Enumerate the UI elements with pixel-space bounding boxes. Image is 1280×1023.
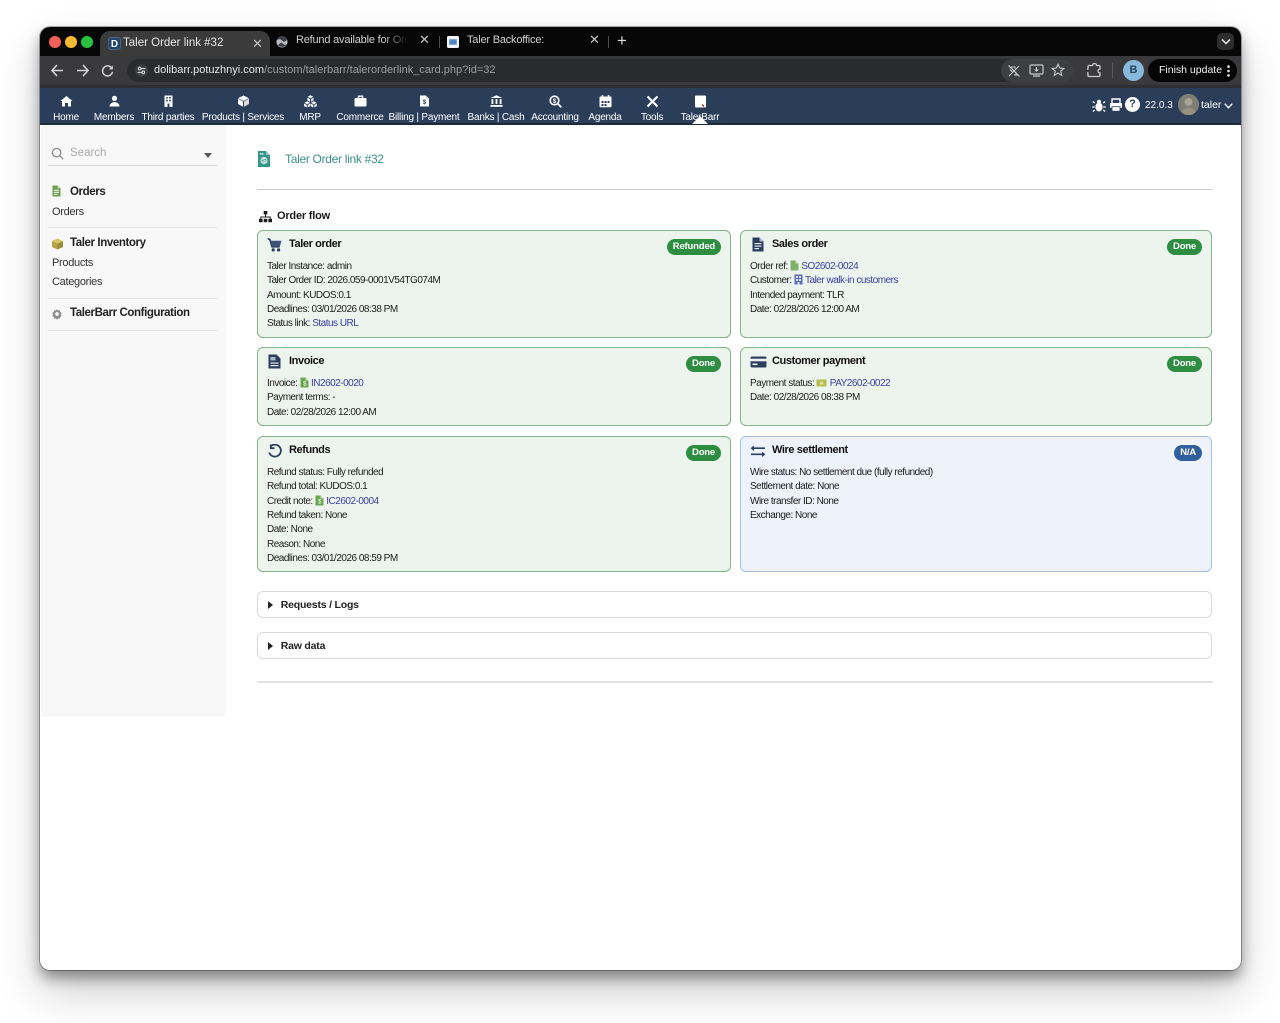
svg-text:D: D	[111, 39, 118, 50]
svg-text:$: $	[262, 158, 266, 165]
